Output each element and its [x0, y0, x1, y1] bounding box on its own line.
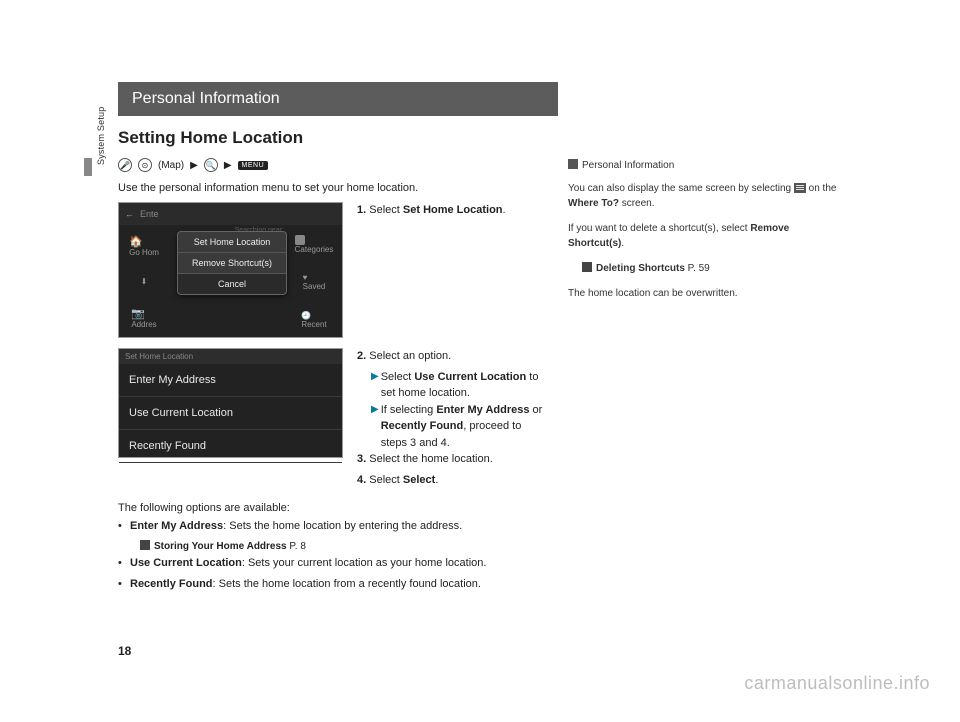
chapter-header: Personal Information [118, 82, 558, 116]
popup-cancel: Cancel [178, 274, 286, 294]
opt-use-current-location: Use Current Location [119, 397, 342, 430]
section-title: Setting Home Location [118, 128, 858, 148]
xref-storing-home-address: Storing Your Home Address P. 8 [118, 539, 548, 555]
info-icon [568, 159, 578, 169]
step-text: Select Select. [369, 474, 438, 486]
menu-button-icon: MENU [238, 161, 269, 170]
steps-2-4-block: 2. Select an option. ▶ Select Use Curren… [357, 348, 547, 492]
hamburger-icon [794, 183, 806, 193]
bullet-icon: • [118, 555, 130, 572]
arrow-icon: ▶ [190, 160, 198, 171]
substep-text: If selecting Enter My Address or Recentl… [381, 402, 547, 452]
sidebar-heading: Personal Information [568, 158, 848, 173]
address-tile: 📷 Addres [131, 307, 156, 329]
back-arrow-icon: ← [125, 209, 134, 219]
step-text: Select the home location. [369, 453, 493, 465]
go-home-tile: 🏠 Go Hom [129, 235, 159, 257]
step-text: Select an option. [369, 350, 451, 362]
xref-icon [582, 262, 592, 272]
popup-remove-shortcut: Remove Shortcut(s) [178, 253, 286, 274]
option-use-current-location: Use Current Location: Sets your current … [130, 555, 486, 572]
page-number: 18 [118, 644, 131, 658]
options-list: • Enter My Address: Sets the home locati… [118, 518, 548, 593]
page-content: Personal Information Setting Home Locati… [118, 82, 858, 597]
sidebar-column: Personal Information You can also displa… [568, 158, 848, 597]
step-number: 1. [357, 204, 366, 216]
substep-text: Select Use Current Location to set home … [381, 369, 547, 402]
popup-menu: Set Home Location Remove Shortcut(s) Can… [177, 231, 287, 295]
sidebar-p2: If you want to delete a shortcut(s), sel… [568, 221, 848, 251]
step-number: 2. [357, 350, 366, 362]
saved-tile: ♥ Saved [303, 273, 326, 291]
xref-icon [140, 540, 150, 550]
map-icon: ⊙ [138, 158, 152, 172]
arrow-icon: ▶ [224, 160, 232, 171]
step-text: Select Set Home Location. [369, 204, 505, 216]
section-tab-label: System Setup [96, 107, 106, 165]
sidebar-p3: The home location can be overwritten. [568, 286, 848, 301]
step-number: 3. [357, 453, 366, 465]
voice-icon: 🎤 [118, 158, 132, 172]
triangle-bullet-icon: ▶ [371, 402, 379, 452]
step-1-block: 1. Select Set Home Location. [357, 202, 547, 338]
option-enter-my-address: Enter My Address: Sets the home location… [130, 518, 462, 535]
watermark: carmanualsonline.info [744, 673, 930, 694]
sidebar-p1: You can also display the same screen by … [568, 181, 848, 211]
popup-set-home: Set Home Location [178, 232, 286, 253]
manual-page: System Setup Personal Information Settin… [0, 0, 960, 722]
bullet-icon: • [118, 518, 130, 535]
breadcrumb: 🎤 ⊙ (Map) ▶ 🔍 ▶ MENU [118, 158, 548, 172]
screenshot-menu-popup: ← Ente Searching near: s Angeles, CA 🏠 [118, 202, 343, 338]
intro-text: Use the personal information menu to set… [118, 182, 548, 194]
opt-recently-found: Recently Found [119, 430, 342, 463]
step-number: 4. [357, 474, 366, 486]
main-column: 🎤 ⊙ (Map) ▶ 🔍 ▶ MENU Use the personal in… [118, 158, 548, 597]
screenshot2-title: Set Home Location [119, 349, 342, 364]
opt-enter-my-address: Enter My Address [119, 364, 342, 397]
options-intro: The following options are available: [118, 502, 548, 514]
bullet-icon: • [118, 576, 130, 593]
search-icon: 🔍 [204, 158, 218, 172]
section-tab-marker [84, 158, 92, 176]
triangle-bullet-icon: ▶ [371, 369, 379, 402]
map-label: (Map) [158, 160, 184, 171]
down-arrow-icon: ⬇ [141, 277, 148, 286]
xref-deleting-shortcuts: Deleting Shortcuts P. 59 [568, 261, 848, 276]
recent-tile: 🕘 Recent [301, 311, 326, 329]
search-input-preview: Ente [140, 209, 159, 219]
screenshot-set-home-list: Set Home Location Enter My Address Use C… [118, 348, 343, 458]
option-recently-found: Recently Found: Sets the home location f… [130, 576, 481, 593]
categories-tile: Categories [295, 235, 334, 254]
